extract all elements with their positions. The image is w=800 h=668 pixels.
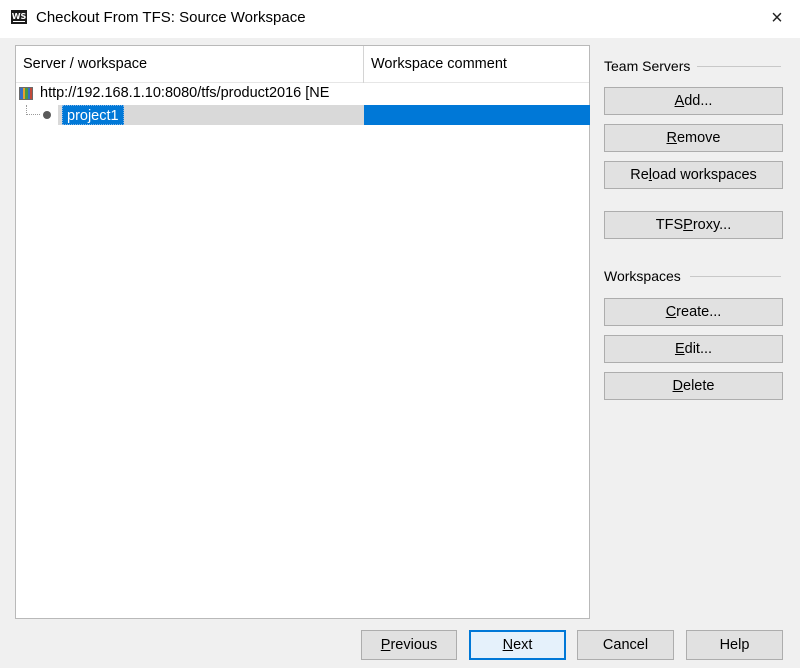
server-url-label: http://192.168.1.10:8080/tfs/product2016… (40, 85, 330, 101)
title-bar: WS Checkout From TFS: Source Workspace × (0, 0, 800, 38)
window-title: Checkout From TFS: Source Workspace (36, 9, 306, 26)
add-server-button[interactable]: Add... (604, 87, 783, 115)
column-header-workspace-comment[interactable]: Workspace comment (364, 46, 589, 83)
reload-workspaces-button[interactable]: Re l oad workspaces (604, 161, 783, 189)
close-icon: × (771, 6, 783, 29)
previous-button[interactable]: Previous (361, 630, 457, 660)
tree-row-workspace[interactable]: project1 (16, 105, 590, 125)
tfs-server-icon (19, 87, 33, 100)
remove-server-button[interactable]: Remove (604, 124, 783, 152)
workspace-tree-table[interactable]: Server / workspace Workspace comment htt… (15, 45, 590, 619)
tree-row-server[interactable]: http://192.168.1.10:8080/tfs/product2016… (16, 84, 589, 104)
edit-workspace-button[interactable]: Edit... (604, 335, 783, 363)
column-header-server-workspace[interactable]: Server / workspace (16, 46, 364, 83)
tfs-proxy-button[interactable]: TFS Proxy... (604, 211, 783, 239)
workspaces-separator (690, 276, 781, 277)
tree-connector-line (26, 105, 40, 115)
cancel-button[interactable]: Cancel (577, 630, 674, 660)
team-servers-group-label: Team Servers (604, 58, 691, 74)
workspace-comment-cell (364, 105, 590, 125)
close-button[interactable]: × (754, 0, 800, 36)
workspace-node-icon (43, 111, 51, 119)
team-servers-separator (697, 66, 781, 67)
create-workspace-button[interactable]: Create... (604, 298, 783, 326)
webstorm-app-icon: WS (11, 10, 27, 24)
delete-workspace-button[interactable]: Delete (604, 372, 783, 400)
workspaces-group-label: Workspaces (604, 268, 681, 284)
checkout-dialog: WS Checkout From TFS: Source Workspace ×… (0, 0, 800, 668)
workspace-name-label: project1 (62, 105, 124, 125)
column-headers: Server / workspace Workspace comment (16, 46, 589, 83)
help-button[interactable]: Help (686, 630, 783, 660)
next-button[interactable]: Next (469, 630, 566, 660)
